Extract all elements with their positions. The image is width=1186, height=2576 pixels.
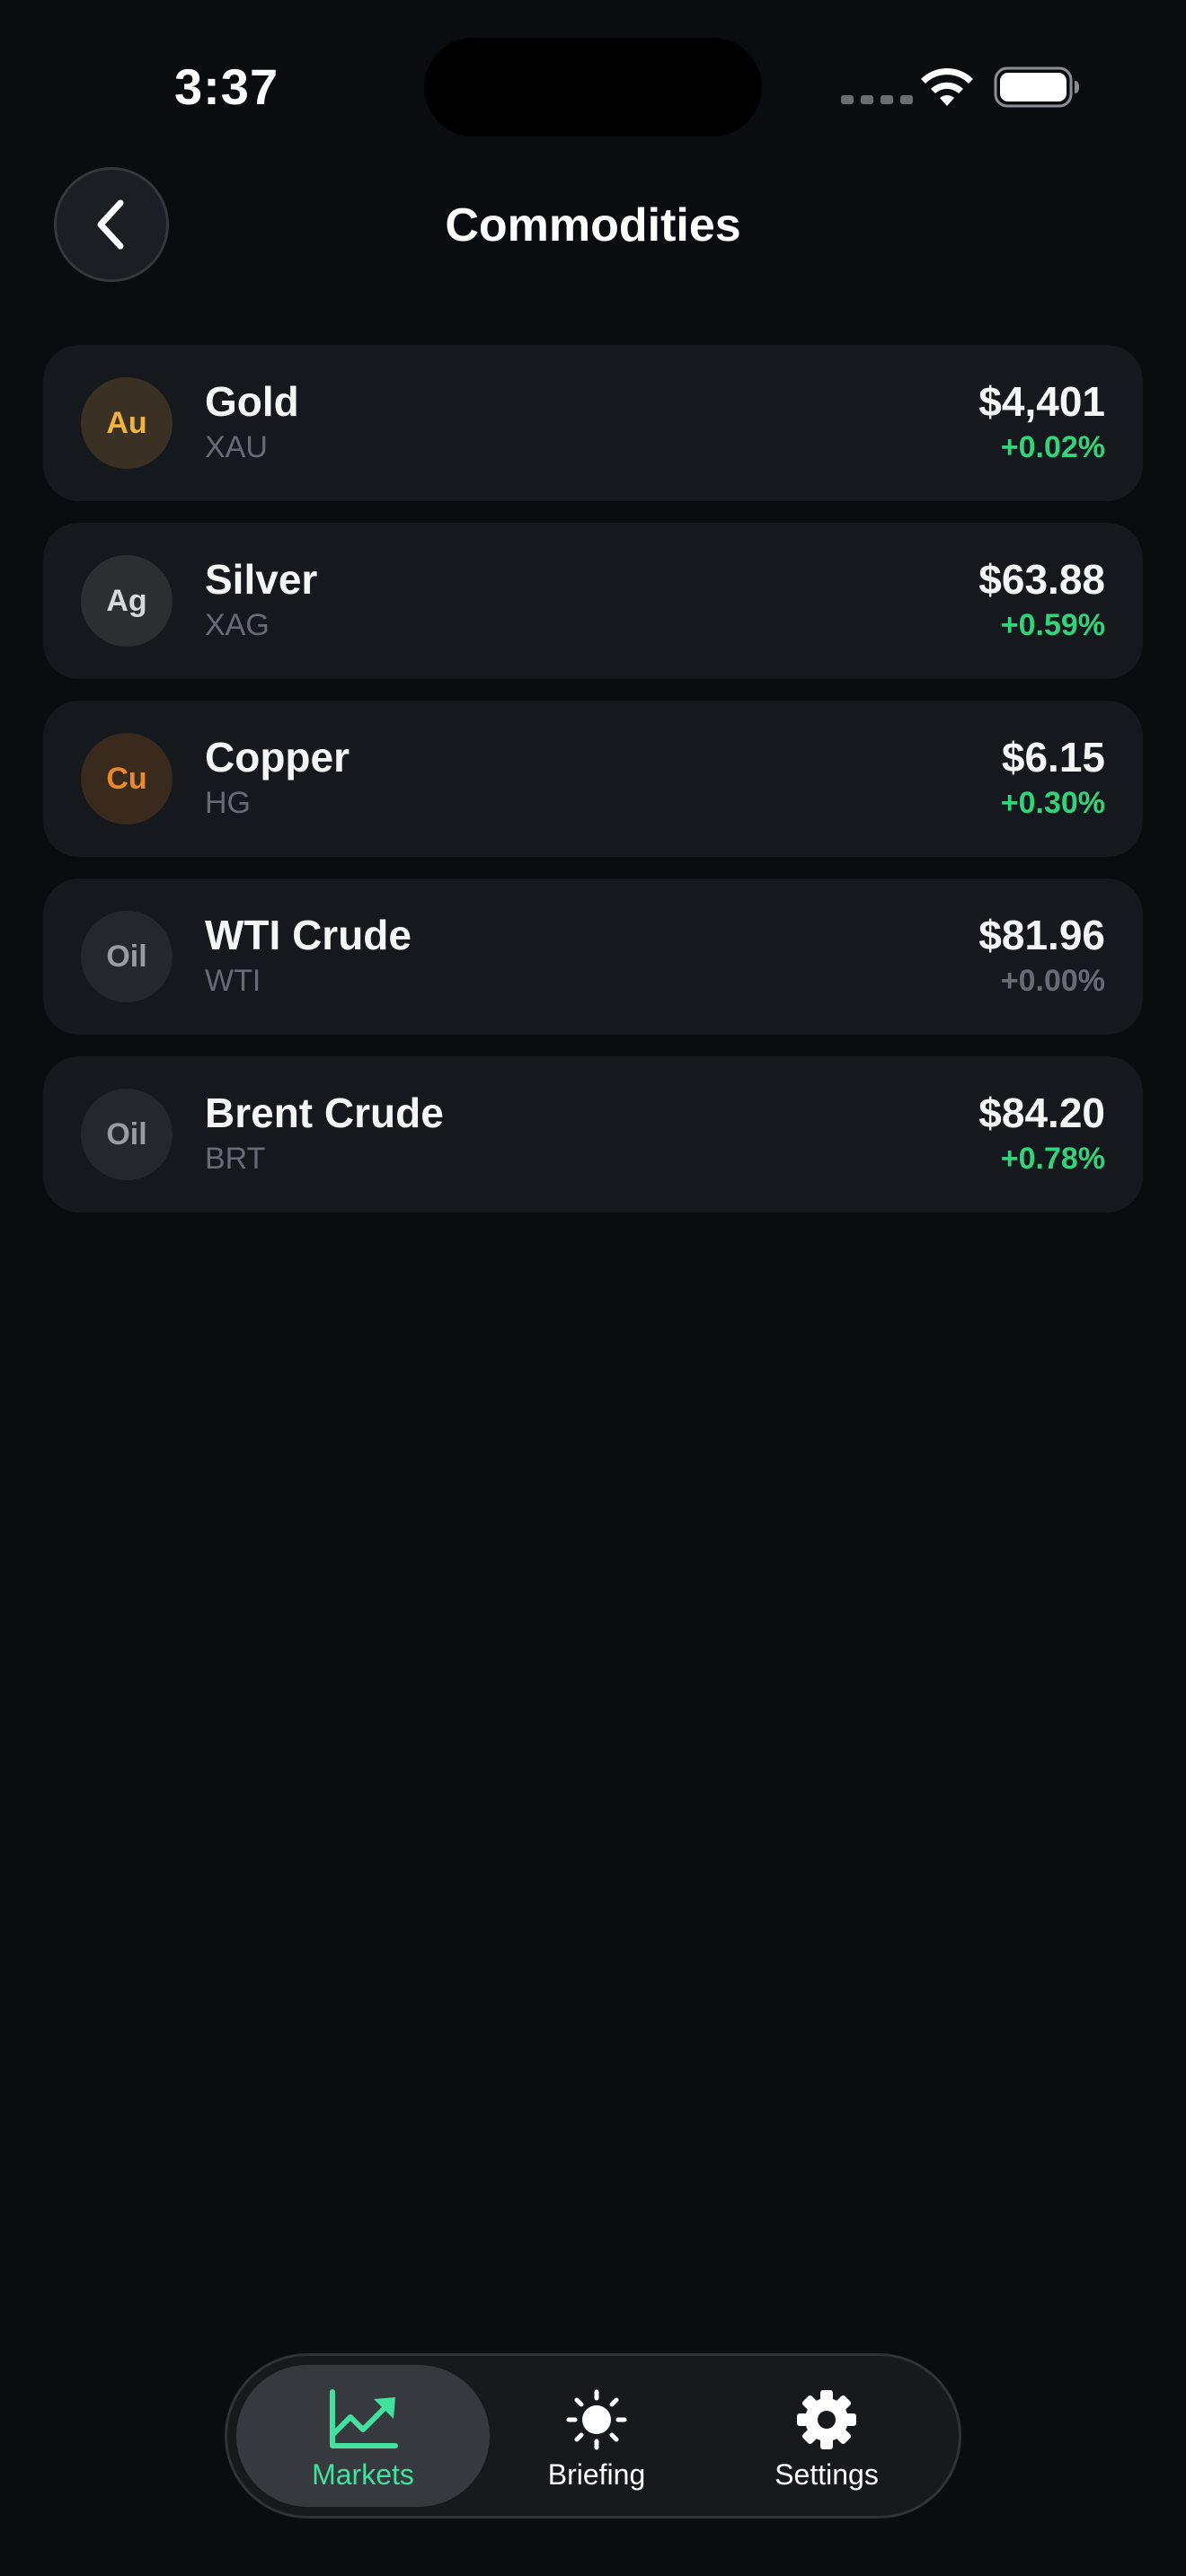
commodity-row-copper[interactable]: Cu Copper HG $6.15 +0.30%	[43, 701, 1143, 857]
commodity-change: +0.59%	[1000, 608, 1105, 642]
commodity-price: $6.15	[1001, 734, 1105, 781]
commodity-symbol: XAG	[205, 608, 270, 642]
commodity-price: $4,401	[978, 378, 1105, 425]
commodity-badge: Oil	[81, 911, 173, 1002]
commodity-name: WTI Crude	[205, 912, 412, 958]
tab-bar: Markets Briefing Settings	[225, 2353, 961, 2519]
tab-label: Briefing	[547, 2458, 646, 2491]
commodity-row-silver[interactable]: Ag Silver XAG $63.88 +0.59%	[43, 523, 1143, 679]
commodity-name: Gold	[205, 378, 299, 425]
commodity-name: Copper	[205, 734, 350, 781]
commodity-symbol: BRT	[205, 1142, 266, 1176]
commodity-badge: Au	[81, 377, 173, 469]
commodity-badge: Cu	[81, 733, 173, 825]
commodity-name: Brent Crude	[205, 1090, 444, 1136]
commodity-price: $63.88	[978, 556, 1105, 603]
battery-icon	[994, 66, 1079, 108]
commodity-row-gold[interactable]: Au Gold XAU $4,401 +0.02%	[43, 345, 1143, 501]
tab-label: Markets	[312, 2458, 414, 2491]
commodity-price: $81.96	[978, 912, 1105, 958]
tab-markets[interactable]: Markets	[236, 2365, 490, 2507]
commodity-change: +0.02%	[1000, 430, 1105, 464]
wifi-icon	[921, 67, 973, 106]
sun-icon	[566, 2389, 627, 2450]
commodity-symbol: XAU	[205, 430, 268, 464]
status-time: 3:37	[174, 58, 279, 115]
commodity-row-brent-crude[interactable]: Oil Brent Crude BRT $84.20 +0.78%	[43, 1056, 1143, 1213]
commodity-list: Au Gold XAU $4,401 +0.02% Ag Silver XAG …	[43, 345, 1143, 1234]
commodity-symbol: HG	[205, 786, 251, 820]
chart-trending-up-icon	[330, 2389, 398, 2448]
dynamic-island	[424, 38, 762, 137]
commodity-badge: Ag	[81, 555, 173, 647]
tab-briefing[interactable]: Briefing	[470, 2365, 723, 2507]
commodity-change: +0.00%	[1000, 964, 1105, 998]
commodity-row-wti-crude[interactable]: Oil WTI Crude WTI $81.96 +0.00%	[43, 878, 1143, 1035]
commodity-name: Silver	[205, 556, 318, 603]
gear-icon	[797, 2390, 856, 2449]
tab-settings[interactable]: Settings	[700, 2365, 953, 2507]
commodity-change: +0.78%	[1000, 1142, 1105, 1176]
commodity-badge: Oil	[81, 1089, 173, 1180]
cellular-signal-icon	[841, 95, 913, 104]
commodity-price: $84.20	[978, 1090, 1105, 1136]
commodity-symbol: WTI	[205, 964, 261, 998]
commodity-change: +0.30%	[1000, 786, 1105, 820]
tab-label: Settings	[774, 2458, 879, 2491]
page-title: Commodities	[445, 199, 741, 251]
